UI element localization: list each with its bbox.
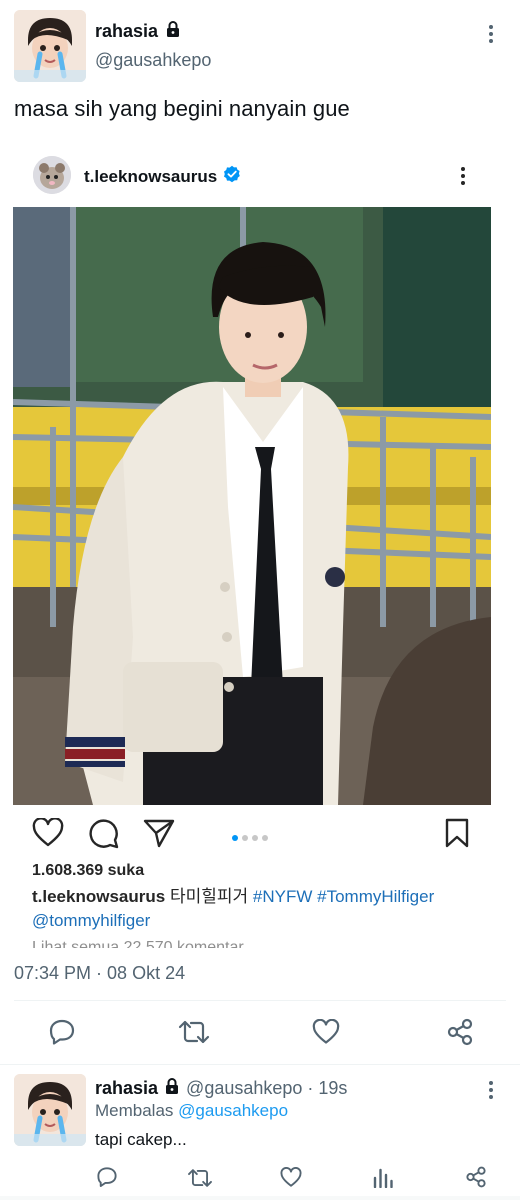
- ig-more-options-icon[interactable]: [451, 160, 475, 192]
- divider: [14, 1000, 506, 1001]
- view-all-comments-link[interactable]: Lihat semua 22.570 komentar: [32, 939, 472, 948]
- tweet-text: masa sih yang begini nanyain gue: [14, 96, 350, 121]
- reply-author-name[interactable]: rahasia: [95, 1078, 158, 1099]
- hashtag-nyfw[interactable]: #NYFW: [253, 887, 313, 906]
- author-avatar[interactable]: [14, 10, 86, 82]
- verified-badge-icon: [223, 165, 241, 188]
- replying-to-label: Membalas: [95, 1101, 174, 1120]
- more-options-icon[interactable]: [479, 18, 503, 50]
- bottom-edge: [0, 1196, 520, 1200]
- reply-icon[interactable]: [96, 1166, 118, 1188]
- reply-author-handle[interactable]: @gausahkepo: [186, 1078, 302, 1099]
- save-bookmark-icon[interactable]: [444, 818, 470, 848]
- caption-text: 타미힐피거: [169, 887, 249, 906]
- share-icon[interactable]: [465, 1166, 487, 1188]
- likes-count: 1.608.369 suka: [32, 862, 145, 879]
- author-handle[interactable]: @gausahkepo: [95, 50, 211, 71]
- post-caption: t.leeknowsaurus 타미힐피거 #NYFW #TommyHilfig…: [32, 885, 472, 933]
- share-paper-plane-icon[interactable]: [143, 818, 175, 848]
- reply-age: 19s: [318, 1078, 348, 1098]
- comment-bubble-icon[interactable]: [88, 817, 120, 849]
- reply-more-options-icon[interactable]: [479, 1074, 503, 1106]
- like-heart-icon[interactable]: [32, 818, 64, 848]
- separator-dot: ·: [307, 1078, 314, 1098]
- tweet-timestamp[interactable]: 07:34 PM · 08 Okt 24: [14, 963, 185, 984]
- reply-text: tapi cakep...: [95, 1130, 187, 1149]
- lock-icon: [163, 1077, 181, 1100]
- hashtag-tommyhilfiger[interactable]: #TommyHilfiger: [317, 887, 434, 906]
- analytics-icon[interactable]: [372, 1166, 394, 1188]
- replying-to-handle[interactable]: @gausahkepo: [178, 1101, 288, 1120]
- lock-icon: [164, 20, 182, 43]
- retweet-icon[interactable]: [178, 1018, 210, 1046]
- share-icon[interactable]: [446, 1018, 474, 1046]
- reply-author-avatar[interactable]: [14, 1074, 86, 1146]
- retweet-icon[interactable]: [187, 1167, 213, 1189]
- like-icon[interactable]: [312, 1019, 340, 1045]
- section-separator: [0, 1064, 520, 1065]
- like-icon[interactable]: [280, 1167, 302, 1188]
- caption-username[interactable]: t.leeknowsaurus: [32, 887, 165, 906]
- author-name[interactable]: rahasia: [95, 21, 158, 42]
- carousel-indicator: [232, 828, 272, 846]
- ig-username[interactable]: t.leeknowsaurus: [84, 167, 217, 187]
- ig-avatar[interactable]: [33, 156, 71, 194]
- post-photo[interactable]: [13, 207, 491, 805]
- mention-tommyhilfiger[interactable]: @tommyhilfiger: [32, 911, 150, 930]
- reply-icon[interactable]: [48, 1018, 76, 1046]
